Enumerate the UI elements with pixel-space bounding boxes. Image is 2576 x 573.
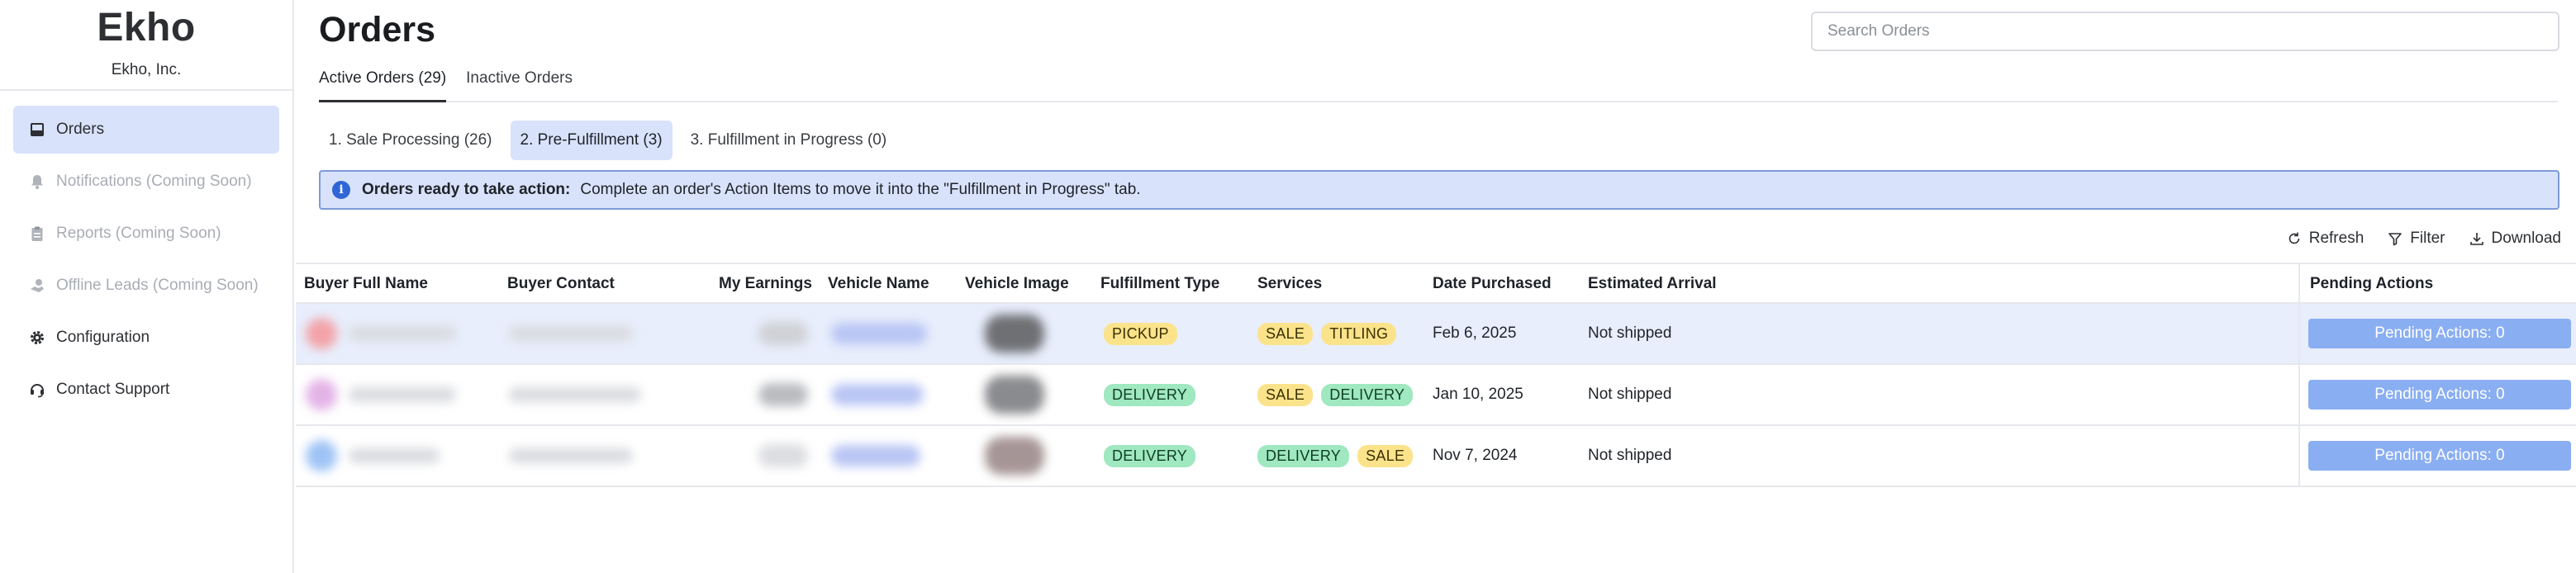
- bell-icon: [28, 173, 46, 191]
- estimated-arrival: Not shipped: [1588, 386, 1672, 403]
- tab-sale-processing[interactable]: 1. Sale Processing (26): [319, 121, 502, 160]
- date-purchased: Feb 6, 2025: [1433, 324, 1517, 342]
- gear-icon: [28, 329, 46, 347]
- column-header-buyer-contact[interactable]: Buyer Contact: [507, 264, 615, 304]
- filter-label: Filter: [2410, 230, 2445, 247]
- pending-actions-button[interactable]: Pending Actions: 0: [2308, 319, 2571, 348]
- column-header-buyer-name[interactable]: Buyer Full Name: [304, 264, 428, 304]
- download-icon: [2469, 233, 2483, 245]
- filter-button[interactable]: Filter: [2387, 230, 2445, 248]
- column-header-services[interactable]: Services: [1257, 264, 1322, 304]
- refresh-label: Refresh: [2308, 230, 2365, 247]
- column-header-vehicle-name[interactable]: Vehicle Name: [828, 264, 929, 304]
- earnings-redacted: [758, 426, 808, 485]
- vehicle-image-redacted: [985, 365, 1044, 424]
- earnings-redacted: [758, 365, 808, 424]
- refresh-icon: [2288, 232, 2300, 244]
- buyer-name-redacted: [306, 304, 456, 363]
- service-badge: DELIVERY: [1257, 444, 1350, 467]
- column-header-pending-actions[interactable]: Pending Actions: [2310, 264, 2433, 304]
- column-header-fulfillment-type[interactable]: Fulfillment Type: [1100, 264, 1219, 304]
- sidebar-item-notifications[interactable]: Notifications (Coming Soon): [13, 158, 279, 206]
- orders-table: Buyer Full Name Buyer Contact My Earning…: [296, 263, 2576, 487]
- tab-pre-fulfillment[interactable]: 2. Pre-Fulfillment (3): [510, 121, 673, 160]
- sidebar-nav: Orders Notifications (Coming Soon) Repor…: [0, 91, 292, 414]
- info-banner: i Orders ready to take action: Complete …: [319, 170, 2559, 210]
- table-header: Buyer Full Name Buyer Contact My Earning…: [296, 263, 2576, 304]
- column-header-earnings[interactable]: My Earnings: [719, 264, 812, 304]
- sidebar-item-orders[interactable]: Orders: [13, 106, 279, 154]
- buyer-contact-redacted: [509, 304, 633, 363]
- sidebar-item-label: Orders: [56, 121, 105, 138]
- table-toolbar: Refresh Filter Download: [2263, 230, 2561, 248]
- date-purchased: Jan 10, 2025: [1433, 386, 1523, 403]
- banner-text: Complete an order's Action Items to move…: [580, 181, 1141, 198]
- service-badge: DELIVERY: [1321, 383, 1414, 406]
- tab-active-orders[interactable]: Active Orders (29): [319, 64, 447, 102]
- date-purchased: Nov 7, 2024: [1433, 447, 1518, 464]
- brand: Ekho Ekho, Inc.: [0, 0, 292, 91]
- service-badge: SALE: [1257, 383, 1314, 406]
- vehicle-image-redacted: [985, 426, 1044, 485]
- fulfillment-badge: PICKUP: [1104, 322, 1177, 345]
- fulfillment-badge: DELIVERY: [1104, 383, 1196, 406]
- leads-icon: [28, 277, 46, 295]
- headset-icon: [28, 381, 46, 399]
- column-header-vehicle-image[interactable]: Vehicle Image: [965, 264, 1069, 304]
- search-input[interactable]: [1811, 12, 2559, 51]
- banner-title: Orders ready to take action:: [362, 181, 571, 198]
- vehicle-name-redacted: [831, 304, 927, 363]
- sidebar-item-label: Contact Support: [56, 381, 170, 398]
- clipboard-icon: [28, 225, 46, 243]
- buyer-contact-redacted: [509, 426, 633, 485]
- vehicle-name-redacted: [831, 365, 924, 424]
- tab-fulfillment-in-progress[interactable]: 3. Fulfillment in Progress (0): [681, 121, 897, 160]
- sidebar-item-reports[interactable]: Reports (Coming Soon): [13, 210, 279, 258]
- table-row[interactable]: PICKUP SALE TITLING Feb 6, 2025 Not ship…: [296, 304, 2576, 365]
- sidebar-item-label: Notifications (Coming Soon): [56, 173, 252, 190]
- pending-actions-button[interactable]: Pending Actions: 0: [2308, 441, 2571, 471]
- column-header-estimated-arrival[interactable]: Estimated Arrival: [1588, 264, 1717, 304]
- table-row[interactable]: DELIVERY SALE DELIVERY Jan 10, 2025 Not …: [296, 365, 2576, 426]
- sidebar-item-offline-leads[interactable]: Offline Leads (Coming Soon): [13, 262, 279, 310]
- main-content: Orders Active Orders (29) Inactive Order…: [296, 0, 2576, 573]
- sidebar-item-label: Reports (Coming Soon): [56, 225, 221, 242]
- column-header-date-purchased[interactable]: Date Purchased: [1433, 264, 1552, 304]
- vehicle-image-redacted: [985, 304, 1044, 363]
- fulfillment-badge: DELIVERY: [1104, 444, 1196, 467]
- estimated-arrival: Not shipped: [1588, 447, 1672, 464]
- sidebar-item-label: Offline Leads (Coming Soon): [56, 277, 259, 294]
- estimated-arrival: Not shipped: [1588, 324, 1672, 342]
- service-badge: TITLING: [1321, 322, 1397, 345]
- brand-name: Ekho: [97, 6, 196, 50]
- pinned-column-divider: Pending Actions: [2298, 264, 2576, 302]
- buyer-contact-redacted: [509, 365, 641, 424]
- tab-inactive-orders[interactable]: Inactive Orders: [466, 64, 573, 102]
- earnings-redacted: [758, 304, 808, 363]
- table-row[interactable]: DELIVERY DELIVERY SALE Nov 7, 2024 Not s…: [296, 426, 2576, 487]
- service-badge: SALE: [1357, 444, 1414, 467]
- sidebar-item-configuration[interactable]: Configuration: [13, 314, 279, 362]
- order-status-tabs: Active Orders (29) Inactive Orders: [319, 64, 2558, 102]
- inbox-icon: [28, 121, 46, 139]
- page-title: Orders: [319, 10, 436, 50]
- service-badge: SALE: [1257, 322, 1314, 345]
- vehicle-name-redacted: [831, 426, 920, 485]
- stage-tabs: 1. Sale Processing (26) 2. Pre-Fulfillme…: [319, 121, 905, 160]
- sidebar-item-contact-support[interactable]: Contact Support: [13, 366, 279, 414]
- refresh-button[interactable]: Refresh: [2286, 230, 2365, 248]
- sidebar: Ekho Ekho, Inc. Orders Notifications (Co…: [0, 0, 294, 573]
- brand-company: Ekho, Inc.: [111, 61, 182, 78]
- buyer-name-redacted: [306, 426, 440, 485]
- download-label: Download: [2491, 230, 2562, 247]
- filter-icon: [2388, 233, 2403, 246]
- buyer-name-redacted: [306, 365, 456, 424]
- pending-actions-button[interactable]: Pending Actions: 0: [2308, 380, 2571, 410]
- info-icon: i: [332, 181, 350, 199]
- sidebar-item-label: Configuration: [56, 329, 150, 346]
- download-button[interactable]: Download: [2469, 230, 2562, 248]
